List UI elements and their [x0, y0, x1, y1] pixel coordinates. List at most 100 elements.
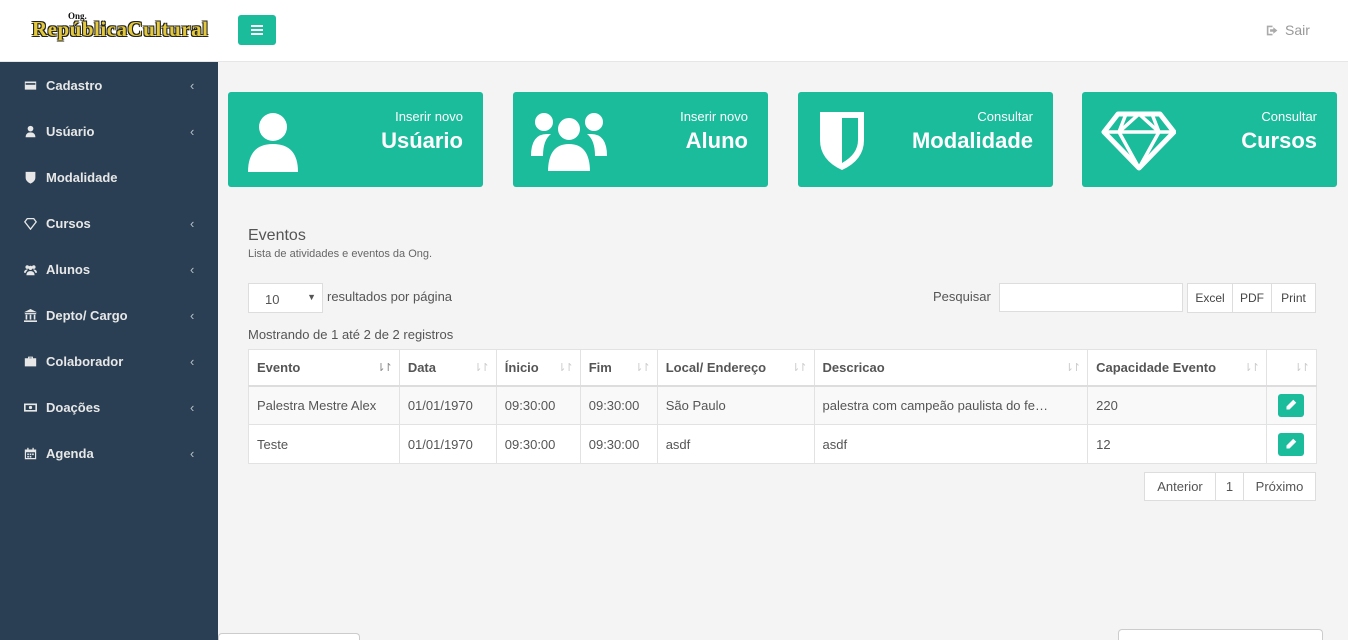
sort-icon: ⇂↾	[1293, 362, 1311, 374]
sidebar-item-label: Colaborador	[46, 353, 124, 369]
bottom-left-tab	[218, 633, 360, 640]
sort-asc-icon: ⇂↾	[376, 362, 393, 374]
cell-capacidade: 12	[1087, 424, 1267, 464]
table-info: Mostrando de 1 até 2 de 2 registros	[248, 327, 454, 342]
pagination-next[interactable]: Próximo	[1243, 472, 1316, 501]
cell-actions	[1265, 424, 1318, 464]
sidebar-item-label: Agenda	[46, 445, 94, 461]
diamond-icon	[1101, 111, 1176, 171]
column-header-actions[interactable]: ⇂↾	[1265, 349, 1318, 387]
sidebar-item-depto-cargo[interactable]: Depto/ Cargo ‹	[0, 292, 218, 338]
chevron-left-icon: ‹	[190, 354, 195, 369]
tile-large-label: Cursos	[1241, 128, 1317, 153]
edit-button[interactable]	[1278, 393, 1305, 417]
tile-small-label: Inserir novo	[395, 109, 463, 124]
table-row: Palestra Mestre Alex 01/01/1970 09:30:00…	[248, 385, 1318, 425]
column-header-capacidade[interactable]: Capacidade Evento ⇂↾	[1087, 349, 1267, 387]
cell-descricao: palestra com campeão paulista do fe…	[813, 385, 1089, 425]
sidebar-item-label: Modalidade	[46, 169, 118, 185]
shield-icon	[820, 112, 864, 170]
logout-label: Sair	[1285, 22, 1310, 38]
cell-inicio: 09:30:00	[495, 385, 581, 425]
column-header-fim[interactable]: Fim ⇂↾	[579, 349, 658, 387]
table-header-row: Evento ⇂↾ Data ⇂↾ Ínicio ⇂↾ Fim ⇂↾ Local/ En…	[248, 349, 1318, 387]
menu-toggle-button[interactable]	[238, 15, 276, 45]
sidebar-item-alunos[interactable]: Alunos ‹	[0, 246, 218, 292]
cell-local: São Paulo	[656, 385, 815, 425]
sidebar-item-colaborador[interactable]: Colaborador ‹	[0, 338, 218, 384]
logo-name-text: RepúblicaCultural	[32, 17, 209, 41]
column-header-inicio[interactable]: Ínicio ⇂↾	[495, 349, 581, 387]
users-icon	[531, 113, 607, 172]
top-navbar: Ong. RepúblicaCultural Sair	[0, 0, 1348, 62]
sort-icon: ⇂↾	[1064, 362, 1082, 374]
excel-button[interactable]: Excel	[1187, 283, 1233, 313]
sidebar-item-cursos[interactable]: Cursos ‹	[0, 200, 218, 246]
tile-large-label: Usúario	[381, 128, 463, 153]
sidebar-item-label: Depto/ Cargo	[46, 307, 128, 323]
users-icon	[22, 262, 38, 276]
column-header-evento[interactable]: Evento ⇂↾	[248, 349, 400, 387]
money-icon	[22, 400, 38, 414]
cell-fim: 09:30:00	[579, 424, 658, 464]
tile-small-label: Inserir novo	[680, 109, 748, 124]
column-header-label: Descricao	[822, 359, 885, 375]
cell-actions	[1265, 385, 1318, 425]
cell-evento: Palestra Mestre Alex	[248, 385, 400, 425]
chevron-left-icon: ‹	[190, 78, 195, 93]
pdf-button[interactable]: PDF	[1232, 283, 1272, 313]
user-icon	[22, 124, 38, 138]
briefcase-icon	[22, 354, 38, 368]
user-icon	[248, 113, 298, 172]
pagination-page-1[interactable]: 1	[1215, 472, 1244, 501]
tile-small-label: Consultar	[1261, 109, 1317, 124]
cell-inicio: 09:30:00	[495, 424, 581, 464]
calendar-icon	[22, 446, 38, 460]
chevron-left-icon: ‹	[190, 262, 195, 277]
cell-data: 01/01/1970	[398, 385, 497, 425]
pagination-prev[interactable]: Anterior	[1144, 472, 1216, 501]
sidebar-item-doacoes[interactable]: Doações ‹	[0, 384, 218, 430]
table-row: Teste 01/01/1970 09:30:00 09:30:00 asdf …	[248, 424, 1318, 464]
cell-fim: 09:30:00	[579, 385, 658, 425]
search-label: Pesquisar	[933, 289, 991, 304]
sort-icon: ⇂↾	[634, 362, 651, 374]
logo[interactable]: Ong. RepúblicaCultural	[30, 8, 208, 52]
column-header-local[interactable]: Local/ Endereço ⇂↾	[656, 349, 815, 387]
diamond-icon	[22, 216, 38, 230]
sort-icon: ⇂↾	[557, 362, 574, 374]
tile-insert-user[interactable]: Inserir novo Usúario	[228, 92, 483, 187]
chevron-left-icon: ‹	[190, 308, 195, 323]
sidebar-item-cadastro[interactable]: Cadastro ‹	[0, 62, 218, 108]
edit-button[interactable]	[1278, 432, 1305, 456]
tile-insert-student[interactable]: Inserir novo Aluno	[513, 92, 768, 187]
bottom-right-widget	[1118, 629, 1323, 640]
sort-icon: ⇂↾	[1243, 362, 1261, 374]
export-button-group: Excel PDF Print	[1187, 283, 1316, 313]
sidebar-item-agenda[interactable]: Agenda ‹	[0, 430, 218, 476]
chevron-left-icon: ‹	[190, 400, 195, 415]
column-header-data[interactable]: Data ⇂↾	[398, 349, 497, 387]
tile-consult-cursos[interactable]: Consultar Cursos	[1082, 92, 1337, 187]
column-header-label: Evento	[257, 359, 301, 375]
cell-descricao: asdf	[813, 424, 1089, 464]
tile-large-label: Aluno	[685, 128, 748, 153]
card-icon	[22, 78, 38, 92]
logout-link[interactable]: Sair	[1266, 22, 1310, 38]
pencil-icon	[1286, 438, 1297, 449]
sidebar-item-modalidade[interactable]: Modalidade	[0, 154, 218, 200]
column-header-descricao[interactable]: Descricao ⇂↾	[813, 349, 1089, 387]
print-button[interactable]: Print	[1271, 283, 1316, 313]
column-header-label: Fim	[588, 359, 612, 375]
chevron-left-icon: ‹	[190, 124, 195, 139]
column-header-label: Local/ Endereço	[665, 359, 767, 375]
sort-icon: ⇂↾	[473, 362, 490, 374]
sidebar-item-usuario[interactable]: Usúario ‹	[0, 108, 218, 154]
sidebar-item-label: Usúario	[46, 123, 95, 139]
page-length-value: 10	[265, 292, 280, 307]
search-input[interactable]	[999, 283, 1183, 312]
tile-consult-modalidade[interactable]: Consultar Modalidade	[798, 92, 1053, 187]
sidebar-item-label: Cursos	[46, 215, 91, 231]
hamburger-icon	[251, 25, 263, 35]
page-length-select[interactable]: 10 ▼	[248, 283, 323, 313]
